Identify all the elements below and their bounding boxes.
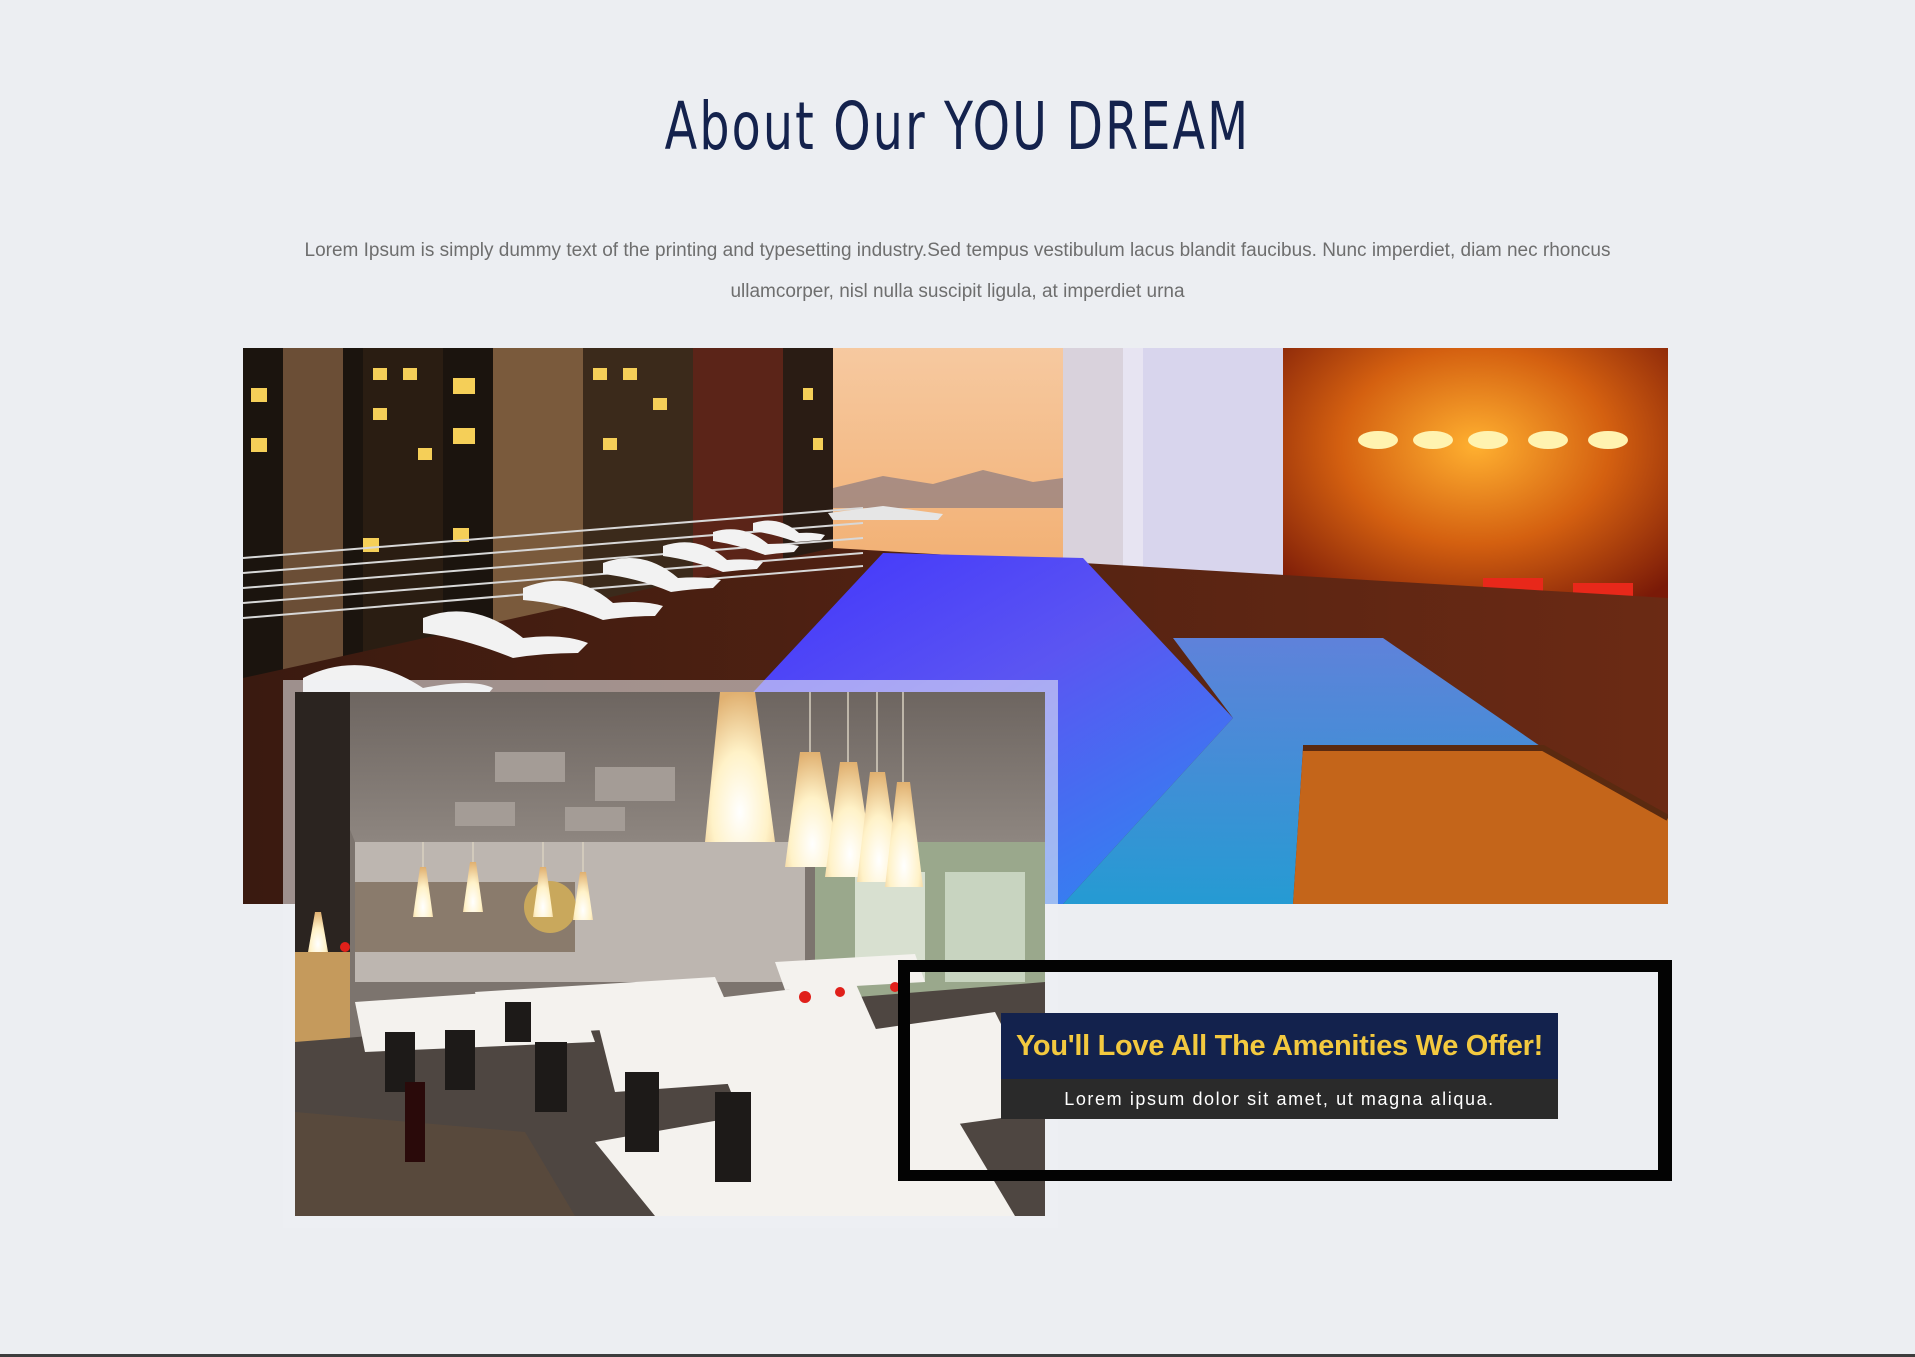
amenities-offer-title: You'll Love All The Amenities We Offer! (1001, 1013, 1558, 1079)
section-title: About Our YOU DREAM (664, 88, 1251, 165)
amenities-offer-subtitle: Lorem ipsum dolor sit amet, ut magna ali… (1001, 1079, 1558, 1119)
section-description: Lorem Ipsum is simply dummy text of the … (304, 240, 1611, 302)
